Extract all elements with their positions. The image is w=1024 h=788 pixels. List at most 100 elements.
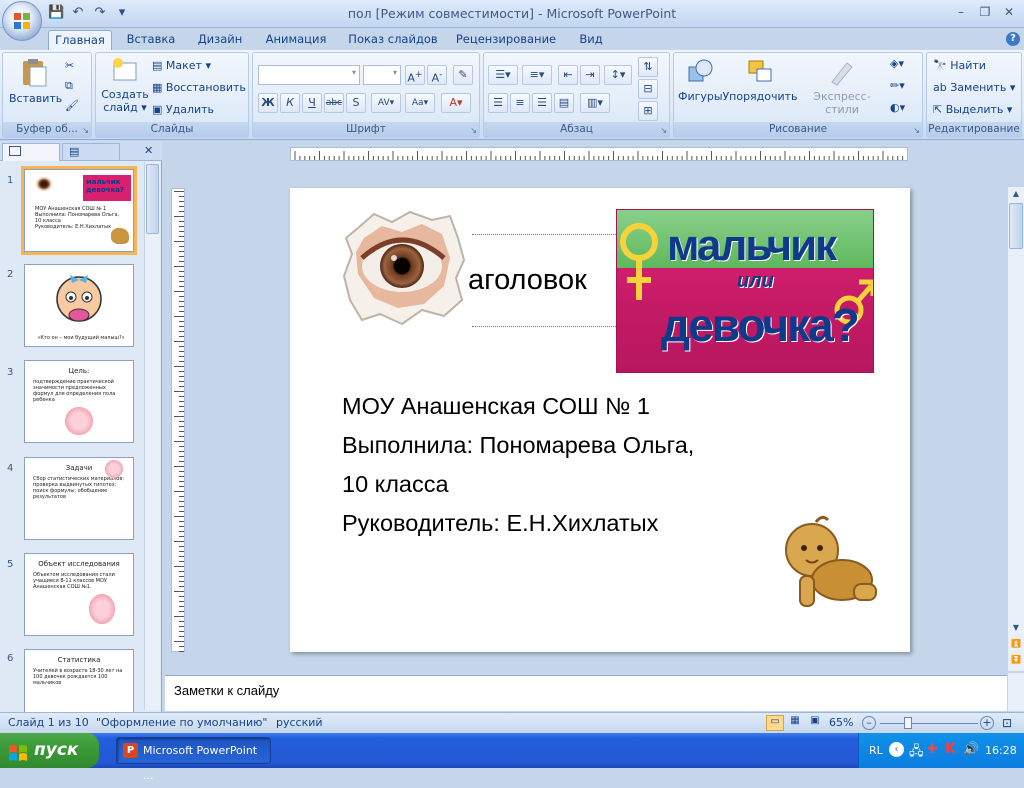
replace-button[interactable]: ab Заменить ▾ <box>933 79 1015 97</box>
underline-icon[interactable]: Ч <box>302 93 322 113</box>
theme-name[interactable]: "Оформление по умолчанию" <box>96 716 267 729</box>
prev-slide-icon[interactable]: ⏫ <box>1009 639 1023 653</box>
align-right-icon[interactable]: ☰ <box>532 93 552 113</box>
change-case-icon[interactable]: Aa▾ <box>405 93 435 113</box>
shapes-button[interactable]: Фигуры <box>678 57 723 103</box>
slide-scrollbar[interactable]: ▲ ▼ ⏫ ⏬ <box>1007 187 1024 671</box>
font-launcher-icon[interactable]: ↘ <box>470 126 477 135</box>
close-pane-icon[interactable]: ✕ <box>144 144 153 157</box>
paragraph-launcher-icon[interactable]: ↘ <box>660 126 667 135</box>
tab-outline[interactable]: ▤ <box>62 143 120 161</box>
copy-icon[interactable]: ⧉ <box>65 77 73 95</box>
thumbnails-scroll-thumb[interactable] <box>146 164 159 234</box>
zoom-slider-track[interactable] <box>880 723 978 724</box>
delete-slide-button[interactable]: ▣ Удалить <box>152 101 214 119</box>
drawing-launcher-icon[interactable]: ↘ <box>913 126 920 135</box>
shape-fill-icon[interactable]: ◈▾ <box>890 55 904 73</box>
tab-slides-thumbnails[interactable] <box>2 143 60 161</box>
minimize-button[interactable]: – <box>950 4 972 22</box>
line-spacing-icon[interactable]: ↕▾ <box>604 65 632 85</box>
columns-icon[interactable]: ▥▾ <box>580 93 610 113</box>
security-icon[interactable]: ✚ <box>927 742 938 757</box>
slide-body[interactable]: МОУ Анашенская СОШ № 1 Выполнила: Понома… <box>342 387 694 543</box>
thumbnail-slide-4[interactable]: Задачи Сбор статистических материалов; п… <box>24 457 134 540</box>
shape-effects-icon[interactable]: ◐▾ <box>890 99 905 117</box>
close-button[interactable]: ✕ <box>998 4 1020 22</box>
format-painter-icon[interactable]: 🖌 <box>65 97 79 115</box>
slide-canvas[interactable]: аголовок мальчик или девочка? МОУ Анашен… <box>290 188 910 652</box>
fit-window-icon[interactable]: ⊡ <box>1002 716 1012 730</box>
start-button[interactable]: пуск <box>0 733 99 768</box>
language-indicator[interactable]: русский <box>276 716 323 729</box>
scroll-thumb[interactable] <box>1009 203 1023 249</box>
tab-review[interactable]: Рецензирование <box>452 30 560 50</box>
font-color-icon[interactable]: A▾ <box>441 93 471 113</box>
zoom-level[interactable]: 65% <box>829 716 853 729</box>
thumbnail-slide-6[interactable]: Статистика Учителей в возрасте 18-30 лет… <box>24 649 134 712</box>
sorter-view-icon[interactable]: ▦ <box>786 715 804 731</box>
notes-scrollbar[interactable] <box>1007 673 1024 711</box>
help-icon[interactable]: ? <box>1006 32 1020 46</box>
tab-view[interactable]: Вид <box>570 30 612 50</box>
slide-title[interactable]: аголовок <box>468 264 587 297</box>
grow-font-icon[interactable]: A+ <box>405 65 425 85</box>
align-left-icon[interactable]: ☰ <box>488 93 508 113</box>
strikethrough-icon[interactable]: abc <box>324 93 344 113</box>
font-name-combo[interactable]: ▾ <box>258 65 360 85</box>
clear-format-icon[interactable]: ✎ <box>453 65 473 85</box>
bullets-icon[interactable]: ☰▾ <box>488 65 518 85</box>
volume-icon[interactable]: 🔊 <box>963 742 979 757</box>
shape-outline-icon[interactable]: ✏▾ <box>890 77 905 95</box>
tab-design[interactable]: Дизайн <box>190 30 250 50</box>
undo-icon[interactable]: ↶ <box>70 5 86 21</box>
normal-view-icon[interactable]: ▭ <box>766 715 784 731</box>
zoom-out-icon[interactable]: – <box>862 716 876 730</box>
tab-home[interactable]: Главная <box>48 30 112 51</box>
office-button[interactable] <box>2 1 42 41</box>
decrease-indent-icon[interactable]: ⇤ <box>558 65 578 85</box>
font-size-combo[interactable]: ▾ <box>363 65 401 85</box>
arrange-button[interactable]: Упорядочить <box>722 57 798 103</box>
select-button[interactable]: ⇱ Выделить ▾ <box>933 101 1012 119</box>
numbering-icon[interactable]: ≡▾ <box>522 65 552 85</box>
thumbnail-slide-5[interactable]: Объект исследования Объектом исследовани… <box>24 553 134 636</box>
tab-insert[interactable]: Вставка <box>122 30 180 50</box>
justify-icon[interactable]: ▤ <box>554 93 574 113</box>
tab-animation[interactable]: Анимация <box>258 30 334 50</box>
layout-button[interactable]: ▤ Макет ▾ <box>152 57 211 75</box>
scroll-up-icon[interactable]: ▲ <box>1009 187 1023 201</box>
zoom-in-icon[interactable]: + <box>980 716 994 730</box>
spacing-icon[interactable]: AV▾ <box>371 93 401 113</box>
save-icon[interactable]: 💾 <box>48 5 64 21</box>
increase-indent-icon[interactable]: ⇥ <box>580 65 600 85</box>
thumbnail-slide-2[interactable]: «Кто он – мои будущий малыш?» <box>24 264 134 347</box>
smartart-icon[interactable]: ⊞ <box>638 101 658 121</box>
find-button[interactable]: 🔭 Найти <box>933 57 986 75</box>
quick-styles-button[interactable]: Экспресс-стили <box>800 57 884 116</box>
redo-icon[interactable]: ↷ <box>92 5 108 21</box>
paste-button[interactable]: Вставить <box>9 57 62 105</box>
thumbnails-scrollbar[interactable] <box>144 162 160 710</box>
cut-icon[interactable]: ✂ <box>65 57 74 75</box>
scroll-down-icon[interactable]: ▼ <box>1009 623 1023 637</box>
reset-button[interactable]: ▦ Восстановить <box>152 79 246 97</box>
slideshow-view-icon[interactable]: ▣ <box>806 715 824 731</box>
clipboard-launcher-icon[interactable]: ↘ <box>82 126 89 135</box>
thumbnail-slide-3[interactable]: Цель: подтверждение практической значимо… <box>24 360 134 443</box>
zoom-slider-handle[interactable] <box>904 717 912 729</box>
bold-icon[interactable]: Ж <box>258 93 278 113</box>
tab-slideshow[interactable]: Показ слайдов <box>344 30 442 50</box>
notes-pane[interactable]: Заметки к слайду <box>165 675 1007 711</box>
align-center-icon[interactable]: ≡ <box>510 93 530 113</box>
text-direction-icon[interactable]: ⇅ <box>638 57 658 77</box>
antivirus-icon[interactable]: K <box>945 741 956 757</box>
network-icon[interactable]: 🖧 <box>909 742 924 764</box>
tray-expand-icon[interactable]: ‹ <box>889 742 904 757</box>
align-text-icon[interactable]: ⊟ <box>638 79 658 99</box>
new-slide-button[interactable]: Создать слайд ▾ <box>100 57 150 114</box>
customize-qat-icon[interactable]: ▾ <box>114 5 130 21</box>
shrink-font-icon[interactable]: A- <box>427 65 447 85</box>
taskbar-powerpoint[interactable]: P Microsoft PowerPoint ... <box>116 737 271 782</box>
shadow-icon[interactable]: S <box>346 93 366 113</box>
italic-icon[interactable]: К <box>280 93 300 113</box>
